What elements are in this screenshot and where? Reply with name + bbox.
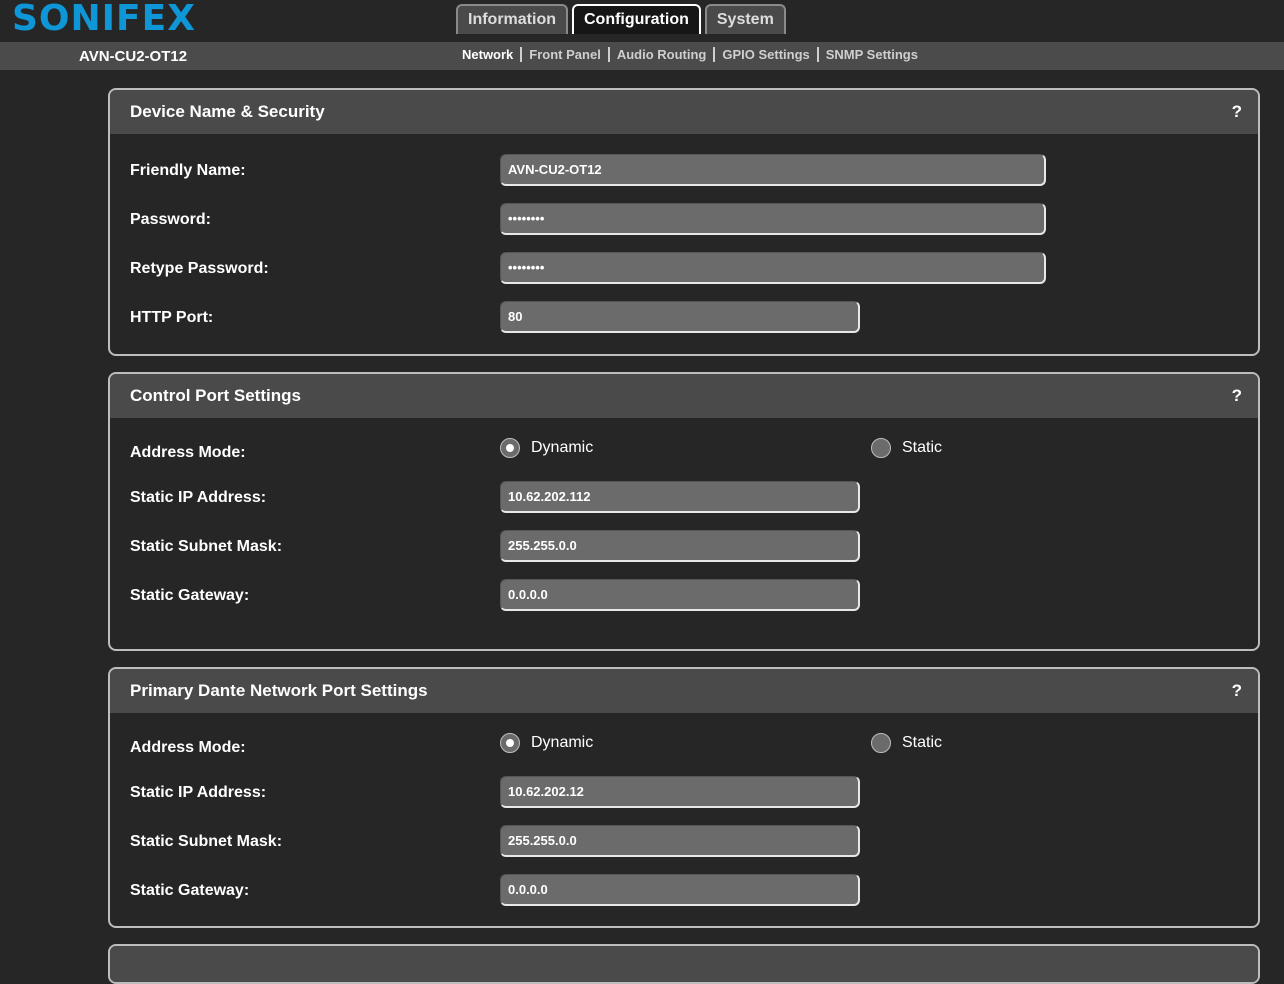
friendly-name-input[interactable] <box>500 154 1046 186</box>
top-bar: SONIFEX Information Configuration System <box>0 0 1284 42</box>
static-radio[interactable]: Static <box>871 733 942 753</box>
static-ip-row: Static IP Address: <box>110 481 1258 515</box>
static-ip-row: Static IP Address: <box>110 776 1258 810</box>
static-ip-label: Static IP Address: <box>130 489 267 506</box>
friendly-name-label: Friendly Name: <box>130 162 246 179</box>
address-mode-row: Address Mode: Dynamic Static <box>110 436 1258 470</box>
static-gateway-input[interactable] <box>500 874 860 906</box>
dynamic-radio-label: Dynamic <box>531 734 594 751</box>
subnav-separator <box>607 47 610 62</box>
static-gateway-label: Static Gateway: <box>130 882 250 899</box>
static-radio-label: Static <box>902 439 943 456</box>
static-subnet-input[interactable] <box>500 825 860 857</box>
next-settings-panel <box>108 944 1260 984</box>
panel-title: Device Name & Security <box>130 102 325 121</box>
static-radio[interactable]: Static <box>871 438 942 458</box>
password-row: Password: <box>110 203 1258 237</box>
device-name: AVN-CU2-OT12 <box>79 48 188 65</box>
password-input[interactable] <box>500 203 1046 235</box>
sonifex-logo: SONIFEX <box>12 0 196 39</box>
static-subnet-row: Static Subnet Mask: <box>110 530 1258 564</box>
static-ip-input[interactable] <box>500 481 860 513</box>
retype-password-label: Retype Password: <box>130 260 269 277</box>
address-mode-row: Address Mode: Dynamic Static <box>110 731 1258 765</box>
friendly-name-row: Friendly Name: <box>110 154 1258 188</box>
subnav-separator <box>520 47 523 62</box>
static-radio-label: Static <box>902 734 943 751</box>
http-port-row: HTTP Port: <box>110 301 1258 335</box>
http-port-input[interactable] <box>500 301 860 333</box>
panel-title: Primary Dante Network Port Settings <box>130 681 428 700</box>
help-icon[interactable]: ? <box>1232 681 1242 701</box>
panel-header: Control Port Settings ? <box>110 374 1258 418</box>
radio-dot-icon <box>500 733 520 753</box>
static-gateway-row: Static Gateway: <box>110 579 1258 613</box>
subnav-front-panel[interactable]: Front Panel <box>529 47 601 62</box>
panel-header <box>110 946 1258 982</box>
dynamic-radio[interactable]: Dynamic <box>500 438 593 458</box>
main-tabs: Information Configuration System <box>456 4 786 34</box>
help-icon[interactable]: ? <box>1232 102 1242 122</box>
subnav-gpio-settings[interactable]: GPIO Settings <box>722 47 809 62</box>
static-gateway-row: Static Gateway: <box>110 874 1258 908</box>
static-gateway-input[interactable] <box>500 579 860 611</box>
static-gateway-label: Static Gateway: <box>130 587 250 604</box>
static-subnet-row: Static Subnet Mask: <box>110 825 1258 859</box>
sub-bar: AVN-CU2-OT12 Network Front Panel Audio R… <box>0 42 1284 70</box>
static-ip-label: Static IP Address: <box>130 784 267 801</box>
panel-header: Primary Dante Network Port Settings ? <box>110 669 1258 713</box>
static-ip-input[interactable] <box>500 776 860 808</box>
subnav-snmp-settings[interactable]: SNMP Settings <box>826 47 918 62</box>
sub-navigation: Network Front Panel Audio Routing GPIO S… <box>462 47 918 62</box>
subnav-network[interactable]: Network <box>462 47 513 62</box>
device-security-panel: Device Name & Security ? Friendly Name: … <box>108 88 1260 356</box>
address-mode-label: Address Mode: <box>130 739 246 756</box>
help-icon[interactable]: ? <box>1232 386 1242 406</box>
static-subnet-label: Static Subnet Mask: <box>130 833 283 850</box>
tab-information[interactable]: Information <box>456 4 568 34</box>
tab-system[interactable]: System <box>704 4 786 34</box>
password-label: Password: <box>130 211 211 228</box>
retype-password-row: Retype Password: <box>110 252 1258 286</box>
tab-configuration[interactable]: Configuration <box>572 4 701 34</box>
panel-title: Control Port Settings <box>130 386 301 405</box>
address-mode-label: Address Mode: <box>130 444 246 461</box>
radio-dot-icon <box>500 438 520 458</box>
dynamic-radio[interactable]: Dynamic <box>500 733 593 753</box>
static-subnet-input[interactable] <box>500 530 860 562</box>
dynamic-radio-label: Dynamic <box>531 439 594 456</box>
control-port-panel: Control Port Settings ? Address Mode: Dy… <box>108 372 1260 651</box>
static-subnet-label: Static Subnet Mask: <box>130 538 283 555</box>
radio-dot-icon <box>871 733 891 753</box>
subnav-audio-routing[interactable]: Audio Routing <box>617 47 707 62</box>
radio-dot-icon <box>871 438 891 458</box>
http-port-label: HTTP Port: <box>130 309 214 326</box>
subnav-separator <box>713 47 716 62</box>
primary-dante-panel: Primary Dante Network Port Settings ? Ad… <box>108 667 1260 928</box>
subnav-separator <box>816 47 819 62</box>
panel-header: Device Name & Security ? <box>110 90 1258 134</box>
retype-password-input[interactable] <box>500 252 1046 284</box>
